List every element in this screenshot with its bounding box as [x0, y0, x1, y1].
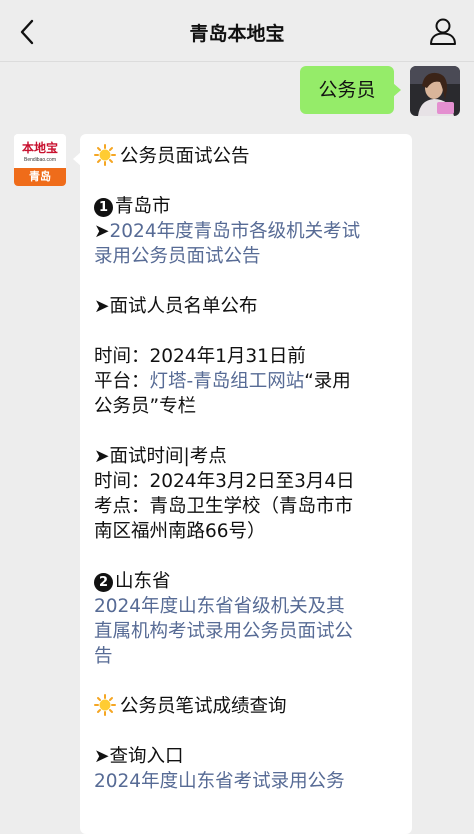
number-badge-2: 2 — [94, 573, 113, 592]
city-heading: 1 青岛市 — [94, 194, 400, 219]
user-icon[interactable] — [428, 16, 458, 46]
chat-title: 青岛本地宝 — [189, 23, 285, 45]
number-badge-1: 1 — [94, 198, 113, 217]
logo: 本地宝 Bendibao.com — [14, 134, 66, 168]
qingdao-link-line2[interactable]: 录用公务员面试公告 — [94, 244, 400, 269]
province-heading: 2 山东省 — [94, 569, 400, 594]
official-account-avatar[interactable]: 本地宝 Bendibao.com 青岛 — [14, 134, 66, 186]
platform-link[interactable]: 灯塔-青岛组工网站 — [150, 371, 305, 392]
sent-message-row: 公务员 — [260, 66, 460, 116]
list-heading: ➤面试人员名单公布 — [94, 296, 258, 317]
sent-message-bubble[interactable]: 公务员 — [300, 66, 401, 114]
logo-url: Bendibao.com — [24, 157, 56, 163]
venue-line2: 南区福州南路66号） — [94, 521, 266, 542]
logo-city: 青岛 — [14, 168, 66, 186]
avatar-photo — [410, 66, 460, 116]
chat-header: 青岛本地宝 — [0, 0, 474, 62]
query-link-line1[interactable]: 2024年度山东省考试录用公务 — [94, 769, 400, 794]
logo-text: 本地宝 — [21, 141, 58, 155]
section-title-interview: 公务员面试公告 — [94, 144, 400, 169]
qingdao-link-line1[interactable]: ➤2024年度青岛市各级机关考试 — [94, 219, 400, 244]
reply-message-bubble: 公务员面试公告 1 青岛市 ➤2024年度青岛市各级机关考试 录用公务员面试公告 … — [73, 134, 412, 834]
section-title-scores: 公务员笔试成绩查询 — [94, 694, 400, 719]
shandong-link-line2[interactable]: 直属机构考试录用公务员面试公 — [94, 619, 400, 644]
sun-emoji-icon — [94, 694, 116, 716]
platform-line2: 公务员”专栏 — [94, 396, 197, 417]
sun-emoji-icon — [94, 144, 116, 166]
my-avatar[interactable] — [410, 66, 460, 116]
platform-line: 平台：灯塔-青岛组工网站“录用 — [94, 371, 351, 392]
time-line: 时间：2024年1月31日前 — [94, 346, 306, 367]
query-heading: ➤查询入口 — [94, 746, 184, 767]
shandong-link-line3[interactable]: 告 — [94, 644, 400, 669]
shandong-link-line1[interactable]: 2024年度山东省省级机关及其 — [94, 594, 400, 619]
venue-line1: 考点：青岛卫生学校（青岛市市 — [94, 496, 354, 517]
interview-heading: ➤面试时间|考点 — [94, 446, 227, 467]
interview-time: 时间：2024年3月2日至3月4日 — [94, 471, 355, 492]
